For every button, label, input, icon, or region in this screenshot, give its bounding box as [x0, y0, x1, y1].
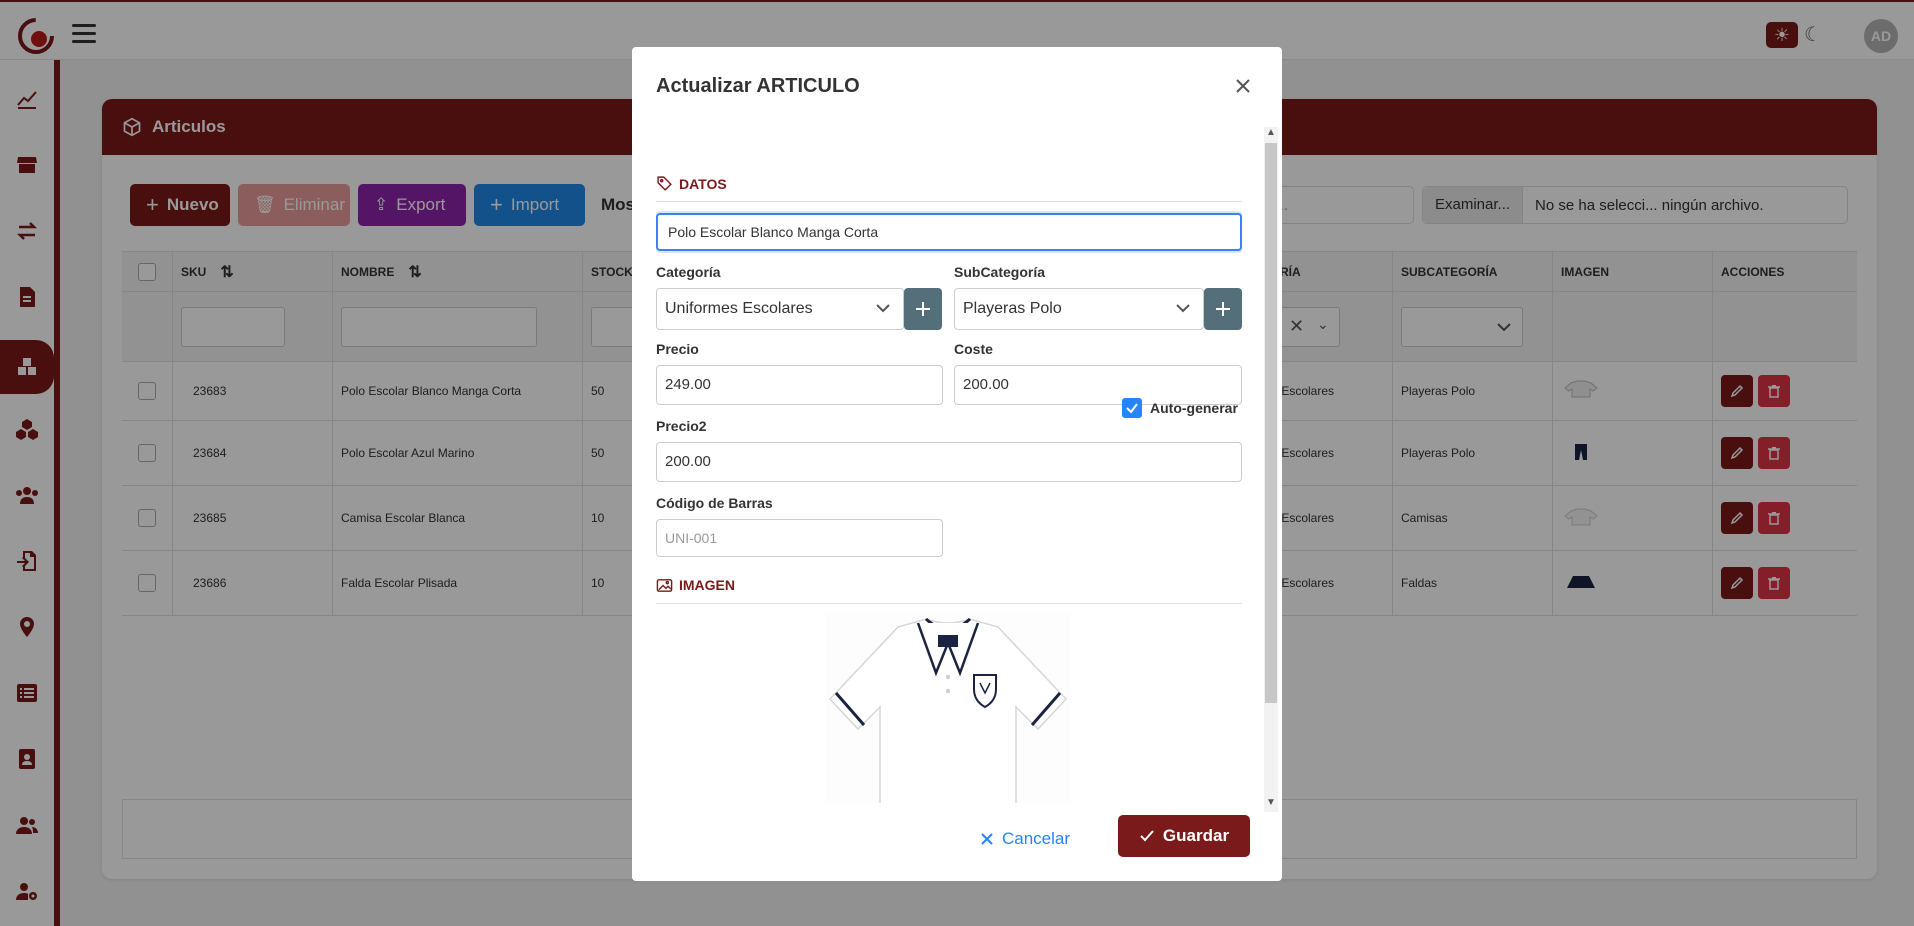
modal-body: DATOS Polo Escolar Blanco Manga Corta Ca…	[656, 123, 1242, 803]
modal-scrollbar[interactable]: ▲ ▼	[1264, 127, 1278, 812]
precio2-label: Precio2	[656, 418, 707, 434]
categoria-value: Uniformes Escolares	[665, 300, 813, 317]
subcategoria-value: Playeras Polo	[963, 300, 1062, 317]
chevron-down-icon[interactable]	[875, 302, 891, 314]
product-image-preview	[826, 613, 1070, 803]
close-icon[interactable]	[1232, 75, 1254, 97]
barcode-input[interactable]: UNI-001	[656, 519, 943, 557]
auto-generate-checkbox[interactable]	[1122, 398, 1142, 418]
scroll-up-icon[interactable]: ▲	[1266, 127, 1276, 138]
add-subcategoria-button[interactable]	[1204, 288, 1242, 330]
datos-label: DATOS	[679, 175, 727, 192]
subcategoria-select[interactable]: Playeras Polo	[954, 288, 1204, 330]
scroll-thumb[interactable]	[1265, 143, 1277, 703]
cancel-button-label: Cancelar	[1002, 829, 1071, 848]
cancel-button[interactable]: Cancelar	[980, 829, 1070, 849]
close-icon	[981, 833, 993, 845]
divider	[656, 201, 1242, 202]
save-button-label: Guardar	[1162, 826, 1230, 845]
datos-section-title: DATOS	[656, 175, 727, 192]
imagen-label: IMAGEN	[679, 577, 735, 593]
check-icon	[1140, 830, 1154, 842]
categoria-select[interactable]: Uniformes Escolares	[656, 288, 904, 330]
modal-title: Actualizar ARTICULO	[656, 75, 860, 97]
add-categoria-button[interactable]	[904, 288, 942, 330]
plus-icon	[1216, 302, 1230, 316]
image-icon	[656, 578, 673, 592]
auto-generate-toggle[interactable]: Auto-generar	[1122, 398, 1238, 418]
precio-label: Precio	[656, 341, 699, 357]
coste-label: Coste	[954, 341, 993, 357]
nombre-input[interactable]: Polo Escolar Blanco Manga Corta	[656, 213, 1242, 251]
tag-icon	[657, 176, 672, 191]
save-button[interactable]: Guardar	[1118, 815, 1250, 857]
plus-icon	[916, 302, 930, 316]
auto-generate-label: Auto-generar	[1150, 400, 1238, 416]
imagen-section-title: IMAGEN	[656, 577, 735, 593]
update-article-modal: Actualizar ARTICULO ▲ ▼ DATOS Polo Escol…	[632, 47, 1282, 881]
barcode-label: Código de Barras	[656, 495, 773, 511]
precio2-input[interactable]: 200.00	[656, 442, 1242, 482]
chevron-down-icon[interactable]	[1175, 302, 1191, 314]
divider	[656, 603, 1242, 604]
subcategoria-label: SubCategoría	[954, 264, 1046, 280]
check-icon	[1126, 403, 1138, 414]
categoria-label: Categoría	[656, 264, 721, 280]
precio-input[interactable]: 249.00	[656, 365, 943, 405]
scroll-down-icon[interactable]: ▼	[1266, 797, 1276, 808]
